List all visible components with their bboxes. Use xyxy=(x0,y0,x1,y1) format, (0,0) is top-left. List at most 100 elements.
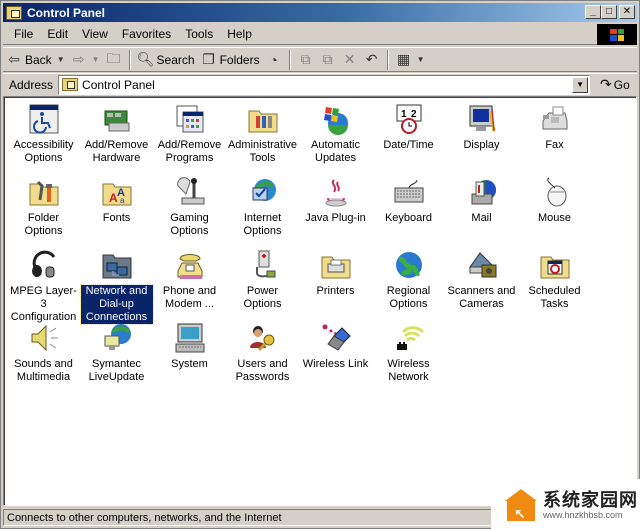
folder-up-icon: 🗀 xyxy=(106,49,121,66)
hardware-icon xyxy=(101,103,133,135)
menu-tools[interactable]: Tools xyxy=(178,27,220,41)
cpl-item-label: Users and Passwords xyxy=(235,358,290,383)
cpl-item-date-time[interactable]: 1 2 Date/Time xyxy=(372,101,445,174)
back-button[interactable]: ⇦ Back ▼ xyxy=(3,49,68,71)
search-icon: 🔍︎ xyxy=(136,51,155,67)
cpl-item-label: Display xyxy=(463,139,500,151)
watermark-url: www.hnzkhbsb.com xyxy=(543,509,623,520)
cpl-item-sounds-and-multimedia[interactable]: Sounds and Multimedia xyxy=(7,320,80,393)
menu-file[interactable]: File xyxy=(7,27,40,41)
cpl-item-network-and-dial-up-connections[interactable]: Network and Dial-up Connections xyxy=(79,247,154,325)
cpl-item-label: Accessibility Options xyxy=(13,139,74,164)
toolbar: ⇦ Back ▼ ⇨ ▼ 🗀 🔍︎ Search ❐ Folders ◔ ⧉ ⧉ xyxy=(3,47,637,72)
move-to-button[interactable]: ⧉ xyxy=(295,49,317,71)
scheduled-tasks-icon xyxy=(539,249,571,281)
cpl-item-users-and-passwords[interactable]: Users and Passwords xyxy=(226,320,299,393)
calendar-clock-icon: 12 xyxy=(393,103,425,135)
cpl-item-wireless-network[interactable]: Wireless Network xyxy=(372,320,445,393)
cpl-item-java-plug-in[interactable]: Java Plug-in xyxy=(299,174,372,247)
cpl-item-regional-options[interactable]: Regional Options xyxy=(372,247,445,320)
menu-edit[interactable]: Edit xyxy=(40,27,75,41)
cpl-item-display[interactable]: Display xyxy=(445,101,518,174)
forward-dropdown-icon[interactable]: ▼ xyxy=(92,55,100,64)
phone-icon xyxy=(174,249,206,281)
control-panel-folder-icon xyxy=(62,78,79,91)
cpl-item-power-options[interactable]: Power Options xyxy=(226,247,299,320)
cpl-item-add-remove-hardware[interactable]: Add/Remove Hardware xyxy=(80,101,153,174)
cpl-item-scanners-and-cameras[interactable]: Scanners and Cameras xyxy=(445,247,518,320)
address-dropdown-button[interactable]: ▼ xyxy=(572,76,589,93)
history-button[interactable]: ◔ xyxy=(263,49,285,71)
copy-to-button[interactable]: ⧉ xyxy=(317,49,339,71)
power-plug-icon xyxy=(247,249,279,281)
move-to-icon: ⧉ xyxy=(300,51,311,67)
cpl-item-label: Wireless Link xyxy=(302,358,369,370)
users-key-icon xyxy=(247,322,279,354)
network-folder-icon xyxy=(101,249,133,281)
address-input[interactable] xyxy=(82,77,563,92)
cpl-item-gaming-options[interactable]: Gaming Options xyxy=(153,174,226,247)
svg-text:a: a xyxy=(120,196,125,205)
menu-help[interactable]: Help xyxy=(220,27,259,41)
cpl-item-printers[interactable]: Printers xyxy=(299,247,372,320)
back-dropdown-icon[interactable]: ▼ xyxy=(57,55,65,64)
cpl-item-fonts[interactable]: A Aa Fonts xyxy=(80,174,153,247)
menu-view[interactable]: View xyxy=(75,27,115,41)
forward-button[interactable]: ⇨ ▼ xyxy=(68,49,103,71)
views-button[interactable]: ▦ ▼ xyxy=(393,49,428,71)
cpl-item-label: Network and Dial-up Connections xyxy=(79,284,154,325)
fonts-folder-icon: AAa xyxy=(101,176,133,208)
cpl-item-label: Keyboard xyxy=(384,212,433,224)
cpl-item-label: Sounds and Multimedia xyxy=(14,358,73,383)
views-dropdown-icon[interactable]: ▼ xyxy=(417,55,425,64)
toolbar-separator xyxy=(288,49,291,70)
fax-icon xyxy=(539,103,571,135)
address-field[interactable]: ▼ xyxy=(58,74,591,95)
back-label: Back xyxy=(25,52,52,67)
mouse-icon xyxy=(539,176,571,208)
cpl-item-label: Mouse xyxy=(537,212,572,224)
folders-button[interactable]: ❐ Folders xyxy=(198,49,263,71)
wireless-link-icon xyxy=(320,322,352,354)
cpl-item-wireless-link[interactable]: Wireless Link xyxy=(299,320,372,393)
cpl-item-internet-options[interactable]: Internet Options xyxy=(226,174,299,247)
wireless-network-icon xyxy=(393,322,425,354)
cpl-item-add-remove-programs[interactable]: Add/Remove Programs xyxy=(153,101,226,174)
computer-icon xyxy=(174,322,206,354)
cpl-item-label: Printers xyxy=(316,285,355,297)
cpl-item-label: Gaming Options xyxy=(170,212,209,237)
cpl-item-accessibility-options[interactable]: Accessibility Options xyxy=(7,101,80,174)
cpl-item-automatic-updates[interactable]: Automatic Updates xyxy=(299,101,372,174)
cpl-item-symantec-liveupdate[interactable]: Symantec LiveUpdate xyxy=(80,320,153,393)
keyboard-icon xyxy=(393,176,425,208)
close-button[interactable]: ✕ xyxy=(619,5,635,19)
cpl-item-mouse[interactable]: Mouse xyxy=(518,174,591,247)
window-title: Control Panel xyxy=(27,5,106,20)
up-button[interactable]: 🗀 xyxy=(103,49,125,71)
cpl-item-scheduled-tasks[interactable]: Scheduled Tasks xyxy=(518,247,591,320)
cpl-item-phone-and-modem[interactable]: Phone and Modem ... xyxy=(153,247,226,320)
printer-folder-icon xyxy=(320,249,352,281)
cpl-item-administrative-tools[interactable]: Administrative Tools xyxy=(226,101,299,174)
search-button[interactable]: 🔍︎ Search xyxy=(135,49,198,71)
control-panel-icon xyxy=(6,5,22,20)
go-button[interactable]: ↷ Go xyxy=(600,76,630,93)
cpl-item-mpeg-layer-3-configuration[interactable]: MPEG Layer-3 Configuration xyxy=(7,247,80,323)
undo-button[interactable]: ↶ xyxy=(361,49,383,71)
undo-icon: ↶ xyxy=(365,51,378,67)
liveupdate-icon xyxy=(101,322,133,354)
cpl-item-fax[interactable]: Fax xyxy=(518,101,591,174)
watermark-name: 系统家园网 xyxy=(543,489,638,510)
headphones-icon xyxy=(28,249,60,281)
cpl-item-keyboard[interactable]: Keyboard xyxy=(372,174,445,247)
menu-favorites[interactable]: Favorites xyxy=(115,27,178,41)
cpl-item-folder-options[interactable]: Folder Options xyxy=(7,174,80,247)
minimize-button[interactable]: _ xyxy=(585,5,601,19)
delete-button[interactable]: ✕ xyxy=(339,49,361,71)
cpl-item-system[interactable]: System xyxy=(153,320,226,393)
cpl-item-mail[interactable]: Mail xyxy=(445,174,518,247)
control-panel-items: Accessibility Options Add/Remove Hardware… xyxy=(7,101,591,393)
maximize-button[interactable]: □ xyxy=(601,5,617,19)
title-bar[interactable]: Control Panel _ □ ✕ xyxy=(3,3,637,22)
windows-flag-icon xyxy=(610,28,624,41)
